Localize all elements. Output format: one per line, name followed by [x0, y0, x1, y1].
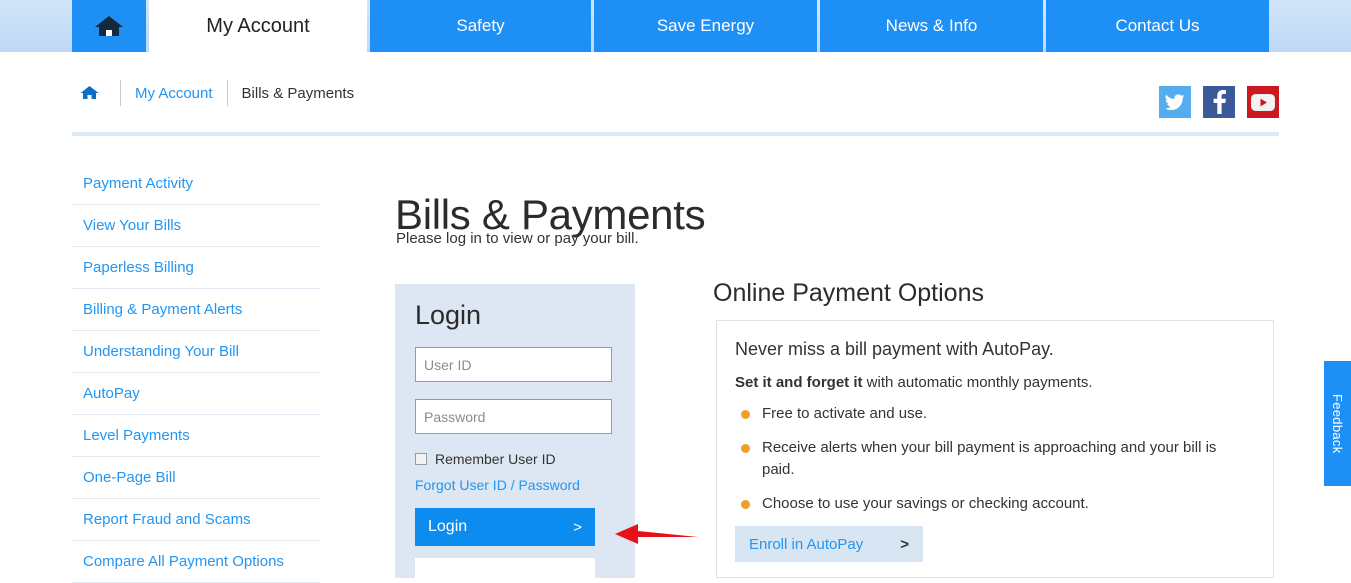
breadcrumb: My Account Bills & Payments [72, 79, 354, 107]
sidebar-item-label[interactable]: Paperless Billing [83, 259, 194, 276]
autopay-promo-card: Never miss a bill payment with AutoPay. … [716, 320, 1274, 578]
sidebar-item-label[interactable]: Report Fraud and Scams [83, 511, 251, 528]
nav-item-save-energy[interactable]: Save Energy [594, 0, 817, 52]
autopay-benefits-list: Free to activate and use. Receive alerts… [735, 403, 1253, 515]
autopay-card-subheading: Set it and forget it with automatic mont… [735, 374, 1253, 391]
sidebar-item-report-fraud-and-scams[interactable]: Report Fraud and Scams [72, 499, 320, 541]
top-header-bar: My Account Safety Save Energy News & Inf… [0, 0, 1351, 52]
social-links [1159, 86, 1279, 118]
enroll-in-autopay-button[interactable]: Enroll in AutoPay > [735, 526, 923, 562]
breadcrumb-divider [226, 80, 228, 106]
nav-item-news-info[interactable]: News & Info [820, 0, 1043, 52]
twitter-bird-glyph [1165, 93, 1185, 110]
sidebar-item-level-payments[interactable]: Level Payments [72, 415, 320, 457]
nav-item-label: Safety [456, 16, 505, 35]
sidebar-item-paperless-billing[interactable]: Paperless Billing [72, 247, 320, 289]
sidebar-item-understanding-your-bill[interactable]: Understanding Your Bill [72, 331, 320, 373]
home-icon [95, 16, 123, 36]
sidebar-item-label[interactable]: One-Page Bill [83, 469, 176, 486]
list-item: Receive alerts when your bill payment is… [735, 437, 1250, 482]
remember-user-id-checkbox[interactable] [415, 453, 427, 465]
enroll-button-label: Enroll in AutoPay [749, 535, 864, 553]
breadcrumb-current: Bills & Payments [241, 84, 355, 102]
breadcrumb-bar: My Account Bills & Payments [72, 52, 1279, 134]
feedback-tab[interactable]: Feedback [1324, 361, 1351, 486]
sidebar-item-view-your-bills[interactable]: View Your Bills [72, 205, 320, 247]
feedback-tab-label: Feedback [1330, 393, 1345, 454]
user-id-input[interactable] [415, 347, 612, 382]
nav-item-label: My Account [206, 14, 310, 37]
youtube-icon[interactable] [1247, 86, 1279, 118]
list-item: Choose to use your savings or checking a… [735, 493, 1250, 516]
chevron-right-icon: > [573, 518, 582, 536]
sidebar-item-payment-activity[interactable]: Payment Activity [72, 163, 320, 205]
login-button-label: Login [428, 518, 468, 535]
chevron-right-icon: > [900, 535, 909, 553]
sidebar-item-label[interactable]: Compare All Payment Options [83, 553, 284, 570]
sidebar-item-label[interactable]: Understanding Your Bill [83, 343, 239, 360]
login-panel: Login Remember User ID Forgot User ID / … [395, 284, 635, 580]
forgot-user-id-password-link[interactable]: Forgot User ID / Password [415, 477, 615, 493]
nav-item-my-account[interactable]: My Account [149, 0, 367, 52]
sidebar-item-label[interactable]: Billing & Payment Alerts [83, 301, 242, 318]
breadcrumb-divider [120, 80, 121, 106]
sidebar-item-label[interactable]: AutoPay [83, 385, 140, 402]
password-input[interactable] [415, 399, 612, 434]
login-button[interactable]: Login > [415, 508, 595, 546]
facebook-f-glyph [1213, 90, 1226, 114]
sidebar-item-label[interactable]: View Your Bills [83, 217, 181, 234]
page-subtitle: Please log in to view or pay your bill. [396, 230, 639, 247]
autopay-subheading-bold: Set it and forget it [735, 374, 863, 391]
nav-item-label: Contact Us [1115, 16, 1200, 35]
primary-navigation: My Account Safety Save Energy News & Inf… [72, 0, 1269, 52]
sidebar-item-autopay[interactable]: AutoPay [72, 373, 320, 415]
nav-item-label: News & Info [885, 16, 978, 35]
breadcrumb-link-my-account[interactable]: My Account [135, 85, 213, 102]
facebook-icon[interactable] [1203, 86, 1235, 118]
twitter-icon[interactable] [1159, 86, 1191, 118]
section-divider [72, 132, 1279, 136]
autopay-subheading-rest: with automatic monthly payments. [862, 374, 1093, 391]
sidebar-item-label[interactable]: Payment Activity [83, 175, 193, 192]
sidebar-item-one-page-bill[interactable]: One-Page Bill [72, 457, 320, 499]
sidebar-item-compare-all-payment-options[interactable]: Compare All Payment Options [72, 541, 320, 583]
youtube-play-glyph [1251, 93, 1275, 111]
secondary-sidebar-nav: Payment Activity View Your Bills Paperle… [72, 163, 320, 583]
nav-home-button[interactable] [72, 0, 146, 52]
nav-item-contact-us[interactable]: Contact Us [1046, 0, 1269, 52]
login-secondary-field[interactable] [415, 558, 595, 580]
list-item: Free to activate and use. [735, 403, 1250, 426]
remember-user-id-label: Remember User ID [435, 451, 556, 467]
sidebar-item-label[interactable]: Level Payments [83, 427, 190, 444]
remember-user-id-row[interactable]: Remember User ID [415, 451, 615, 467]
breadcrumb-home-link[interactable] [72, 85, 106, 101]
home-icon [80, 86, 98, 99]
login-heading: Login [415, 300, 482, 330]
online-payment-options-title: Online Payment Options [713, 279, 984, 307]
autopay-card-heading: Never miss a bill payment with AutoPay. [735, 339, 1054, 359]
nav-item-safety[interactable]: Safety [370, 0, 591, 52]
nav-item-label: Save Energy [656, 16, 755, 35]
sidebar-item-billing-payment-alerts[interactable]: Billing & Payment Alerts [72, 289, 320, 331]
